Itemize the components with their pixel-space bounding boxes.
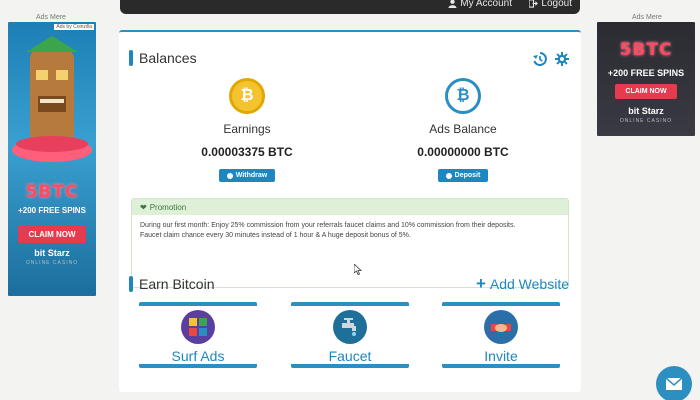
heart-icon: ❤ [140, 202, 147, 212]
logout-link[interactable]: Logout [529, 0, 572, 9]
logout-icon [529, 0, 539, 8]
ad-tag: Ads by Coinzilla [54, 24, 94, 30]
promotion-box: ❤ Promotion During our first month: Enjo… [131, 198, 569, 288]
my-account-label: My Account [460, 0, 512, 9]
faucet-card[interactable]: Faucet [291, 302, 409, 368]
withdraw-label: Withdraw [235, 172, 268, 179]
ad-spins-text: +200 FREE SPINS [607, 68, 685, 78]
add-website-link[interactable]: + Add Website [475, 274, 569, 293]
puzzle-icon [181, 310, 215, 344]
ad-brand-text: bit Starz [628, 106, 664, 116]
plus-icon: + [475, 274, 486, 293]
heading-accent-bar [129, 50, 133, 66]
balances-title: Balances [139, 50, 197, 66]
promotion-header: ❤ Promotion [132, 199, 568, 215]
deposit-icon [445, 172, 452, 179]
earn-bitcoin-heading: Earn Bitcoin [129, 276, 214, 292]
faucet-label: Faucet [328, 348, 372, 364]
right-ad-banner[interactable]: 5BTC +200 FREE SPINS CLAIM NOW bit Starz… [597, 22, 695, 136]
ads-label-right: Ads Mere [632, 14, 662, 21]
ads-label-left: Ads Mere [36, 14, 66, 21]
earnings-label: Earnings [223, 122, 271, 136]
promotion-line-1: During our first month: Enjoy 25% commis… [140, 222, 516, 229]
heading-accent-bar [129, 276, 133, 292]
ads-balance-label: Ads Balance [429, 122, 497, 136]
my-account-link[interactable]: My Account [448, 0, 512, 9]
ad-claim-button[interactable]: CLAIM NOW [18, 226, 86, 243]
left-ad-banner[interactable]: Ads by Coinzilla 5BTC +200 FREE SPINS CL… [8, 22, 96, 296]
invite-card[interactable]: Invite [442, 302, 560, 368]
balances-heading: Balances [129, 50, 197, 66]
faucet-icon [333, 310, 367, 344]
top-nav-bar: My Account Logout [120, 0, 580, 14]
main-panel: Balances ₿ Earnings 0.00003375 BTC Withd… [119, 30, 581, 392]
ad-claim-button[interactable]: CLAIM NOW [615, 84, 677, 99]
promotion-title: Promotion [149, 202, 187, 212]
deposit-label: Deposit [454, 172, 481, 179]
chat-widget-button[interactable] [656, 366, 692, 400]
gear-icon[interactable] [555, 52, 569, 66]
bitcoin-gold-icon: ₿ [229, 78, 265, 114]
earnings-value: 0.00003375 BTC [201, 145, 293, 159]
user-icon [448, 0, 457, 8]
add-website-label: Add Website [489, 276, 569, 292]
ad-brand-text: bit Starz [34, 248, 70, 258]
surf-ads-card[interactable]: Surf Ads [139, 302, 257, 368]
withdraw-button[interactable]: Withdraw [218, 169, 276, 182]
earnings-block: ₿ Earnings 0.00003375 BTC Withdraw [172, 78, 322, 184]
ad-bonus-text: 5BTC [619, 40, 673, 60]
surf-ads-label: Surf Ads [171, 348, 225, 364]
ad-spins-text: +200 FREE SPINS [18, 206, 86, 215]
promotion-body: During our first month: Enjoy 25% commis… [132, 215, 568, 247]
logout-label: Logout [541, 0, 572, 9]
mouse-cursor-icon [354, 264, 362, 275]
ad-brand-subtext: ONLINE CASINO [25, 260, 79, 266]
bitcoin-blue-icon: ₿ [445, 78, 481, 114]
history-icon[interactable] [533, 52, 547, 66]
ad-bonus-text: 5BTC [25, 182, 79, 202]
tiki-mask-image [12, 36, 92, 162]
ads-balance-block: ₿ Ads Balance 0.00000000 BTC Deposit [388, 78, 538, 184]
ad-brand-subtext: ONLINE CASINO [619, 118, 673, 124]
promotion-line-2: Faucet claim chance every 30 minutes ins… [140, 232, 411, 239]
deposit-button[interactable]: Deposit [437, 169, 489, 182]
ads-balance-value: 0.00000000 BTC [417, 145, 509, 159]
earn-bitcoin-title: Earn Bitcoin [139, 276, 215, 292]
handshake-icon [484, 310, 518, 344]
balances-actions [533, 52, 569, 66]
withdraw-icon [226, 172, 233, 179]
invite-label: Invite [484, 348, 518, 364]
envelope-icon [665, 377, 683, 390]
